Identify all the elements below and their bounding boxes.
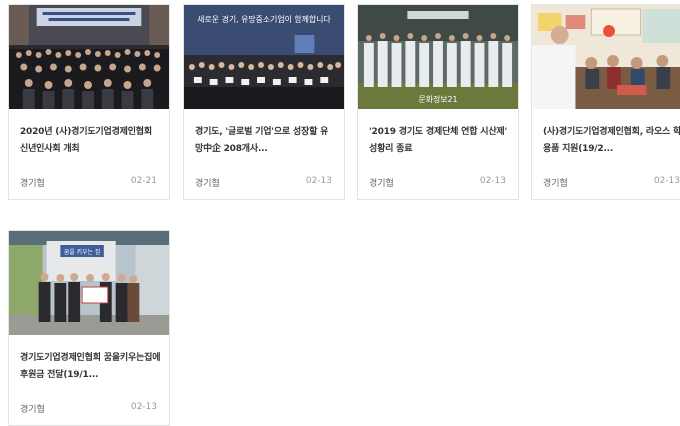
post-title[interactable]: 2020년 (사)경기도기업경제인협회 신년인사회 개최 [20,124,161,158]
sign-text: 꿈을 키우는 집 [64,248,100,256]
post-date: 02-13 [305,176,332,186]
post-card[interactable]: 꿈을 키우는 집 경기도기업경제인협회 꿈을키우는집에 후원금 전달(19/1.… [8,230,170,426]
post-title[interactable]: '2019 경기도 경제단체 연합 시산제' 성황리 종료 [369,124,510,158]
post-date: 02-21 [130,176,157,186]
post-meta: 경기협 02-13 [195,176,332,189]
post-date: 02-13 [653,176,680,186]
post-author: 경기협 [20,405,45,415]
post-author: 경기협 [369,179,394,189]
post-thumbnail[interactable]: 새로운 경기, 유망중소기업이 함께합니다 [184,5,344,109]
post-title[interactable]: (사)경기도기업경제인협회, 라오스 학용품 지원(19/2... [543,124,680,158]
post-card[interactable]: 2020년 (사)경기도기업경제인협회 신년인사회 개최 경기협 02-21 [8,4,170,200]
post-meta: 경기협 02-13 [20,402,157,415]
post-date: 02-13 [130,402,157,412]
post-thumbnail[interactable] [532,5,680,109]
post-title[interactable]: 경기도기업경제인협회 꿈을키우는집에 후원금 전달(19/1... [20,350,161,384]
post-meta: 경기협 02-13 [369,176,506,189]
watermark-text: 문화정보21 [418,94,457,104]
post-thumbnail[interactable]: 꿈을 키우는 집 [9,231,169,335]
post-meta: 경기협 02-13 [543,176,680,189]
post-author: 경기협 [195,179,220,189]
post-card[interactable]: (사)경기도기업경제인협회, 라오스 학용품 지원(19/2... 경기협 02… [531,4,680,200]
post-card[interactable]: 새로운 경기, 유망중소기업이 함께합니다 경기도, '글로벌 기업'으로 성장… [183,4,345,200]
post-meta: 경기협 02-21 [20,176,157,189]
banner-text: 새로운 경기, 유망중소기업이 함께합니다 [197,14,331,24]
post-author: 경기협 [20,179,45,189]
post-thumbnail[interactable] [9,5,169,109]
post-date: 02-13 [479,176,506,186]
post-thumbnail[interactable]: 문화정보21 [358,5,518,109]
post-card[interactable]: 문화정보21 '2019 경기도 경제단체 연합 시산제' 성황리 종료 경기협… [357,4,519,200]
post-author: 경기협 [543,179,568,189]
post-title[interactable]: 경기도, '글로벌 기업'으로 성장할 유망中企 208개사... [195,124,336,158]
